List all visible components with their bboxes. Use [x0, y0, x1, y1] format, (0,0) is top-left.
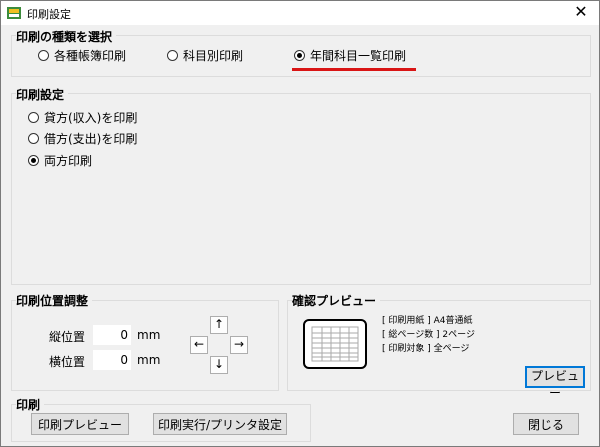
- move-up-button[interactable]: ↑: [210, 316, 228, 334]
- vertical-position-label: 縦位置: [49, 330, 86, 344]
- print-type-group-title: 印刷の種類を選択: [16, 28, 117, 45]
- radio-label: 年間科目一覧印刷: [310, 49, 407, 63]
- horizontal-position-input[interactable]: [93, 350, 131, 370]
- radio-ledger-print[interactable]: 各種帳簿印刷: [38, 47, 126, 64]
- title-bar: 印刷設定 ✕: [1, 1, 599, 25]
- print-settings-group-title: 印刷設定: [16, 86, 69, 103]
- radio-debit-print[interactable]: 借方(支出)を印刷: [28, 130, 137, 147]
- confirm-preview-group-title: 確認プレビュー: [292, 292, 381, 309]
- close-dialog-button[interactable]: 閉じる: [513, 413, 579, 435]
- radio-both-print[interactable]: 両方印刷: [28, 152, 92, 169]
- radio-annual-list-print[interactable]: 年間科目一覧印刷: [294, 47, 406, 64]
- paper-info: [ 印刷用紙 ] A4普通紙: [382, 316, 473, 326]
- print-preview-button[interactable]: 印刷プレビュー: [31, 413, 129, 435]
- preview-table-icon: [303, 319, 367, 369]
- print-target-info: [ 印刷対象 ] 全ページ: [382, 344, 470, 354]
- radio-indicator: [28, 133, 39, 144]
- radio-label: 借方(支出)を印刷: [44, 132, 138, 146]
- radio-label: 両方印刷: [44, 154, 93, 168]
- preview-button[interactable]: プレビュー: [525, 366, 585, 400]
- radio-indicator: [38, 50, 49, 61]
- radio-label: 各種帳簿印刷: [54, 49, 127, 63]
- radio-indicator-checked: [294, 50, 305, 61]
- print-execute-button[interactable]: 印刷実行/プリンタ設定: [153, 413, 287, 435]
- print-group-title: 印刷: [16, 396, 45, 413]
- move-left-button[interactable]: ←: [190, 336, 208, 354]
- vertical-position-input[interactable]: [93, 325, 131, 345]
- move-right-button[interactable]: →: [230, 336, 248, 354]
- window-title: 印刷設定: [27, 8, 71, 21]
- radio-indicator-checked: [28, 155, 39, 166]
- radio-label: 貸方(収入)を印刷: [44, 111, 138, 125]
- selection-highlight-underline: [292, 68, 416, 71]
- radio-indicator: [28, 112, 39, 123]
- radio-account-print[interactable]: 科目別印刷: [167, 47, 243, 64]
- horizontal-unit-label: mm: [137, 353, 161, 367]
- page-count-info: [ 総ページ数 ] 2ページ: [382, 330, 475, 340]
- radio-indicator: [167, 50, 178, 61]
- app-icon: [7, 7, 21, 19]
- print-settings-window: 印刷設定 ✕ 印刷の種類を選択 各種帳簿印刷 科目別印刷 年間科目一覧印刷 印刷…: [0, 0, 600, 447]
- radio-credit-print[interactable]: 貸方(収入)を印刷: [28, 109, 137, 126]
- radio-label: 科目別印刷: [183, 49, 244, 63]
- horizontal-position-label: 横位置: [49, 355, 86, 369]
- move-down-button[interactable]: ↓: [210, 356, 228, 374]
- vertical-unit-label: mm: [137, 328, 161, 342]
- close-window-button[interactable]: ✕: [563, 1, 599, 25]
- position-adjust-group-title: 印刷位置調整: [16, 292, 93, 309]
